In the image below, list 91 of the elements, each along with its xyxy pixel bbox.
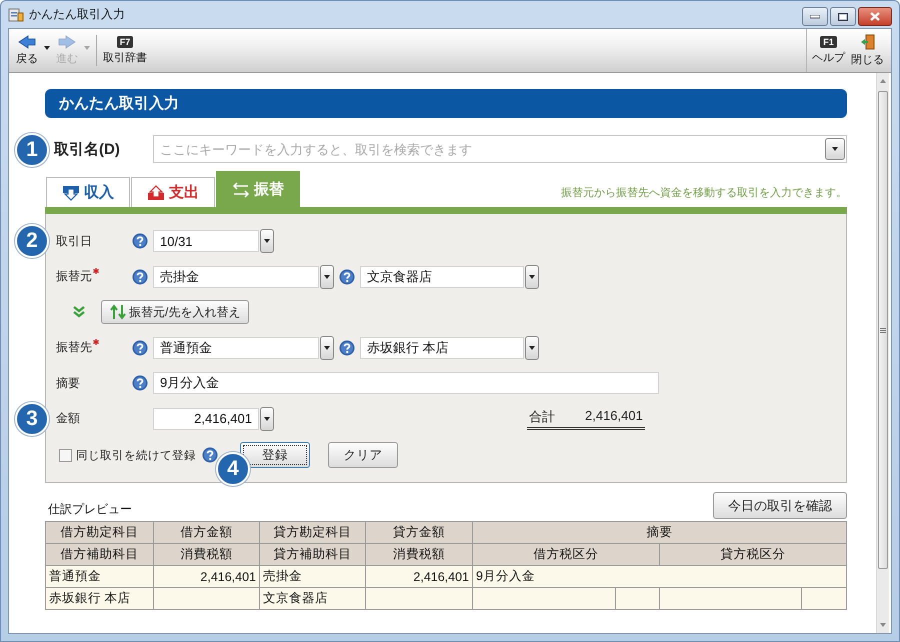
total-label: 合計 <box>529 408 555 426</box>
table-cell: 普通預金 <box>46 566 154 588</box>
dropdown-button[interactable] <box>320 264 334 288</box>
caret-icon <box>264 239 270 243</box>
table-cell: 2,416,401 <box>154 566 260 588</box>
download-tray-icon <box>62 184 80 200</box>
search-field[interactable]: ここにキーワードを入力すると、取引を検索できます <box>153 135 847 163</box>
step-marker: 1 <box>15 133 49 167</box>
dropdown-button[interactable] <box>260 406 274 430</box>
tab[interactable]: 収入 <box>46 177 130 207</box>
close-window-button[interactable]: 閉じる <box>848 29 887 72</box>
step-marker: 3 <box>15 402 49 436</box>
column-header: 摘要 <box>472 522 846 544</box>
column-header: 消費税額 <box>366 544 472 566</box>
section-title: 仕訳プレビュー <box>47 501 132 518</box>
tab[interactable]: 支出 <box>131 177 215 207</box>
close-button[interactable] <box>858 7 892 26</box>
column-header: 貸方補助科目 <box>260 544 366 566</box>
dropdown-button[interactable] <box>825 138 845 160</box>
forward-arrow-icon <box>58 35 76 49</box>
swap-button[interactable]: 振替元/先を入れ替え <box>101 300 250 324</box>
maximize-button[interactable] <box>830 7 856 26</box>
column-header: 消費税額 <box>154 544 260 566</box>
field-label: 取引日 <box>56 232 92 250</box>
caret-icon <box>832 147 838 151</box>
field-label: 振替元 <box>56 268 92 285</box>
scrollbar-thumb[interactable] <box>878 91 888 569</box>
dropdown-button[interactable] <box>525 336 539 360</box>
table-cell: 2,416,401 <box>366 566 472 588</box>
app-icon <box>8 6 24 22</box>
caret-icon <box>264 416 270 420</box>
caret-icon <box>44 46 50 50</box>
field-label: 振替先 <box>56 339 92 356</box>
double-down-chevron-icon <box>73 306 85 318</box>
checkbox[interactable] <box>59 448 72 462</box>
date-field[interactable]: 10/31 <box>153 230 259 252</box>
step-marker: 2 <box>15 224 49 258</box>
maximize-icon <box>838 12 848 20</box>
grip-icon <box>880 328 886 332</box>
door-icon <box>860 34 876 50</box>
clear-button[interactable]: クリア <box>328 442 398 468</box>
window-title: かんたん取引入力 <box>29 6 125 23</box>
field-label: 摘要 <box>56 374 80 392</box>
down-arrow-icon <box>880 623 886 627</box>
column-header: 借方勘定科目 <box>46 522 154 544</box>
column-header: 貸方勘定科目 <box>260 522 366 544</box>
total-value: 2,416,401 <box>585 408 643 424</box>
today-transactions-button[interactable]: 今日の取引を確認 <box>713 492 847 519</box>
minimize-button[interactable] <box>802 7 828 26</box>
table-cell: 9月分入金 <box>472 566 846 588</box>
shortcut-key: F1 <box>820 36 837 48</box>
caret-icon <box>324 274 330 278</box>
toolbar-button[interactable]: F1 ヘルプ <box>809 29 848 72</box>
column-header: 借方補助科目 <box>46 544 154 566</box>
swap-arrows-icon <box>232 182 250 198</box>
field-label: 金額 <box>56 410 80 427</box>
page-header: かんたん取引入力 <box>45 89 847 118</box>
up-arrow-icon <box>880 79 886 83</box>
column-header: 借方税区分 <box>472 544 660 566</box>
table-cell: 売掛金 <box>260 566 366 588</box>
shortcut-key: F7 <box>116 36 134 48</box>
table-cell: 文京食器店 <box>260 588 366 610</box>
step-marker: 4 <box>216 452 250 486</box>
account-field[interactable]: 売掛金 <box>153 266 319 288</box>
dropdown-button[interactable] <box>260 229 274 253</box>
column-header: 借方金額 <box>154 522 260 544</box>
field-label: 取引名(D) <box>52 140 121 158</box>
register-button[interactable]: 登録 <box>240 442 310 468</box>
sub-account-field[interactable]: 文京食器店 <box>360 266 524 288</box>
back-arrow-icon <box>18 35 36 49</box>
table-cell: 赤坂銀行 本店 <box>46 588 154 610</box>
column-header: 貸方税区分 <box>660 544 846 566</box>
memo-field[interactable]: 9月分入金 <box>153 372 659 394</box>
close-icon <box>870 12 880 21</box>
swap-arrows-icon <box>110 304 126 320</box>
caret-icon <box>84 46 90 50</box>
dropdown-button[interactable] <box>320 336 334 360</box>
caret-icon <box>529 274 535 278</box>
upload-box-icon <box>147 184 165 200</box>
checkbox-label: 同じ取引を続けて登録 <box>76 448 196 462</box>
toolbar-button[interactable]: F7 取引辞書 <box>100 29 150 72</box>
tab-hint: 振替元から振替先へ資金を移動する取引を入力できます。 <box>561 186 847 201</box>
caret-icon <box>324 346 330 350</box>
sub-account-field[interactable]: 赤坂銀行 本店 <box>360 336 524 358</box>
caret-icon <box>529 346 535 350</box>
account-field[interactable]: 普通預金 <box>153 336 319 358</box>
column-header: 貸方金額 <box>366 522 472 544</box>
amount-field[interactable]: 2,416,401 <box>153 408 259 430</box>
dropdown-button[interactable] <box>525 264 539 288</box>
back-button[interactable]: 戻る <box>13 29 41 72</box>
minimize-icon <box>810 14 820 18</box>
